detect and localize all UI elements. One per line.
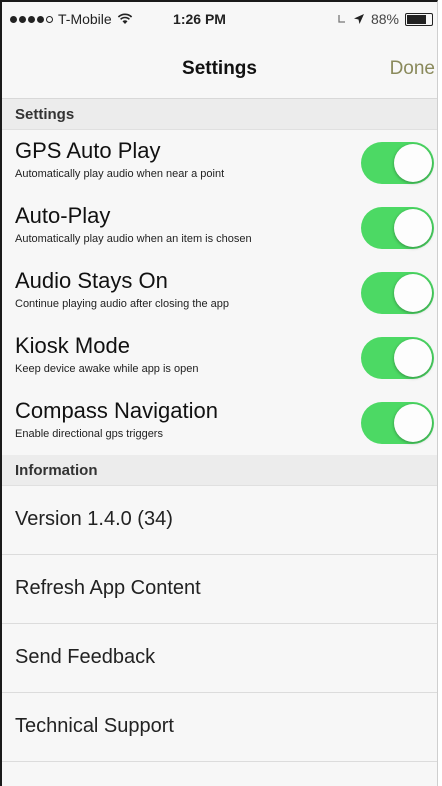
status-bar: T-Mobile 1:26 PM 88% [2, 2, 437, 40]
technical-support-label: Technical Support [15, 715, 174, 737]
done-button[interactable]: Done [390, 58, 435, 80]
setting-label: Compass Navigation [15, 398, 218, 423]
refresh-app-content-label: Refresh App Content [15, 577, 201, 599]
send-feedback-row[interactable]: Send Feedback [2, 624, 437, 693]
toggle-knob [394, 339, 432, 377]
send-feedback-label: Send Feedback [15, 646, 156, 668]
toggle-knob [394, 404, 432, 442]
section-header-information: Information [2, 455, 437, 486]
audio-stays-on-toggle[interactable] [361, 272, 434, 314]
phone-screen: T-Mobile 1:26 PM 88% Settings Done Setti… [0, 0, 438, 786]
refresh-app-content-row[interactable]: Refresh App Content [2, 555, 437, 624]
version-label: Version 1.4.0 (34) [15, 508, 173, 530]
settings-list: GPS Auto Play Automatically play audio w… [2, 130, 437, 455]
setting-row-auto-play: Auto-Play Automatically play audio when … [2, 195, 437, 260]
setting-label: GPS Auto Play [15, 138, 161, 163]
setting-description: Enable directional gps triggers [15, 428, 163, 440]
technical-support-row[interactable]: Technical Support [2, 693, 437, 762]
setting-label: Audio Stays On [15, 268, 168, 293]
version-row: Version 1.4.0 (34) [2, 486, 437, 555]
gps-auto-play-toggle[interactable] [361, 142, 434, 184]
setting-description: Continue playing audio after closing the… [15, 298, 230, 310]
information-list: Version 1.4.0 (34) Refresh App Content S… [2, 486, 437, 762]
toggle-knob [394, 209, 432, 247]
kiosk-mode-toggle[interactable] [361, 337, 434, 379]
navigation-bar: Settings Done [2, 40, 437, 99]
rotation-lock-icon [338, 15, 345, 23]
toggle-knob [394, 144, 432, 182]
setting-row-compass-navigation: Compass Navigation Enable directional gp… [2, 390, 437, 455]
setting-row-audio-stays-on: Audio Stays On Continue playing audio af… [2, 260, 437, 325]
page-title: Settings [182, 58, 257, 79]
setting-description: Automatically play audio when an item is… [15, 233, 252, 245]
section-header-settings: Settings [2, 99, 437, 130]
setting-label: Auto-Play [15, 203, 111, 228]
setting-description: Automatically play audio when near a poi… [15, 168, 225, 180]
battery-percent: 88% [370, 11, 399, 27]
setting-row-kiosk-mode: Kiosk Mode Keep device awake while app i… [2, 325, 437, 390]
status-right: 88% [337, 11, 433, 27]
setting-row-gps-auto-play: GPS Auto Play Automatically play audio w… [2, 130, 437, 195]
compass-navigation-toggle[interactable] [361, 402, 434, 444]
setting-description: Keep device awake while app is open [15, 363, 199, 375]
auto-play-toggle[interactable] [361, 207, 434, 249]
battery-icon [405, 12, 433, 26]
setting-label: Kiosk Mode [15, 333, 130, 358]
toggle-knob [394, 274, 432, 312]
location-arrow-icon [353, 14, 364, 24]
